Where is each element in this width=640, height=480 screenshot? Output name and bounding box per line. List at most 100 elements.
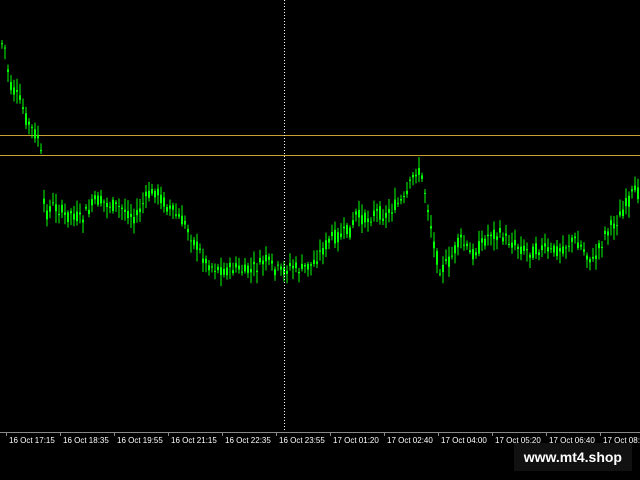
- candle-body: [556, 246, 558, 257]
- candle-body: [145, 191, 147, 197]
- candle-body: [466, 243, 468, 247]
- candle-body: [259, 258, 261, 263]
- candle-body: [241, 271, 243, 273]
- time-label: 16 Oct 18:35: [63, 436, 109, 445]
- candle-body: [289, 263, 291, 267]
- candle-body: [565, 247, 567, 249]
- candle-body: [328, 238, 330, 243]
- candle-body: [163, 197, 165, 207]
- candle-body: [169, 205, 171, 209]
- candles: [1, 40, 639, 287]
- candle-body: [610, 220, 612, 225]
- candle-body: [442, 264, 444, 273]
- candle-body: [571, 237, 573, 242]
- candle-body: [424, 192, 426, 194]
- candle-body: [253, 261, 255, 265]
- candle-body: [562, 246, 564, 254]
- candle-body: [67, 212, 69, 222]
- candle-body: [10, 82, 12, 91]
- candle-body: [205, 258, 207, 264]
- candle-body: [58, 214, 60, 216]
- candle-body: [238, 265, 240, 270]
- candle-body: [184, 220, 186, 225]
- candle-body: [94, 195, 96, 200]
- candle-body: [307, 263, 309, 270]
- candle-body: [7, 69, 9, 73]
- candle-body: [22, 107, 24, 110]
- candle-body: [481, 238, 483, 243]
- candle-body: [211, 266, 213, 268]
- candle-body: [73, 213, 75, 220]
- candle-body: [178, 214, 180, 217]
- candle-body: [181, 215, 183, 225]
- level-lines: [0, 135, 640, 156]
- candle-body: [262, 260, 264, 265]
- candle-body: [577, 242, 579, 249]
- candle-body: [631, 189, 633, 192]
- candle-body: [595, 255, 597, 259]
- candle-body: [478, 241, 480, 254]
- candle-body: [505, 233, 507, 236]
- candle-body: [256, 270, 258, 273]
- candle-body: [415, 174, 417, 177]
- candle-body: [277, 264, 279, 266]
- candle-body: [508, 243, 510, 245]
- candle-body: [373, 210, 375, 217]
- candle-body: [520, 246, 522, 254]
- candle-body: [580, 244, 582, 247]
- candle-body: [574, 236, 576, 239]
- candle-body: [325, 240, 327, 250]
- time-label: 16 Oct 22:35: [225, 436, 271, 445]
- candle-body: [106, 202, 108, 208]
- candle-body: [49, 206, 51, 212]
- candle-body: [493, 229, 495, 239]
- candle-body: [382, 218, 384, 221]
- candle-body: [250, 269, 252, 273]
- candle-body: [529, 254, 531, 258]
- candle-body: [340, 233, 342, 237]
- candle-body: [304, 264, 306, 267]
- candle-body: [193, 239, 195, 246]
- candle-body: [445, 259, 447, 261]
- chart-window[interactable]: 16 Oct 17:15 16 Oct 18:35 16 Oct 19:55 16 O…: [0, 0, 640, 480]
- candle-body: [358, 209, 360, 218]
- candle-body: [460, 234, 462, 238]
- time-label: 16 Oct 19:55: [117, 436, 163, 445]
- candle-body: [613, 223, 615, 229]
- candle-body: [319, 250, 321, 252]
- candle-body: [541, 245, 543, 251]
- candle-body: [85, 206, 87, 209]
- candle-body: [313, 260, 315, 264]
- time-label: 16 Oct 23:55: [279, 436, 325, 445]
- candle-body: [559, 248, 561, 252]
- candle-body: [244, 264, 246, 272]
- candle-body: [40, 149, 42, 152]
- candle-body: [343, 226, 345, 229]
- candle-body: [151, 189, 153, 194]
- price-chart[interactable]: 16 Oct 17:15 16 Oct 18:35 16 Oct 19:55 16 O…: [0, 0, 640, 452]
- candle-body: [526, 249, 528, 251]
- candle-body: [103, 201, 105, 203]
- candle-body: [511, 242, 513, 248]
- candle-body: [130, 213, 132, 217]
- candle-body: [463, 244, 465, 246]
- candle-body: [220, 267, 222, 275]
- candle-body: [199, 248, 201, 250]
- candle-body: [457, 237, 459, 248]
- candle-body: [601, 246, 603, 248]
- time-label: 16 Oct 17:15: [9, 436, 55, 445]
- candle-body: [454, 245, 456, 254]
- candle-body: [487, 234, 489, 237]
- candle-body: [514, 239, 516, 246]
- candle-body: [82, 219, 84, 223]
- candle-body: [100, 195, 102, 204]
- candle-body: [88, 209, 90, 214]
- candle-body: [355, 211, 357, 215]
- candle-body: [448, 256, 450, 267]
- time-label: 17 Oct 01:20: [333, 436, 379, 445]
- candle-body: [202, 258, 204, 263]
- candle-body: [1, 43, 3, 45]
- candle-body: [112, 199, 114, 212]
- candle-body: [280, 266, 282, 270]
- candle-body: [316, 261, 318, 264]
